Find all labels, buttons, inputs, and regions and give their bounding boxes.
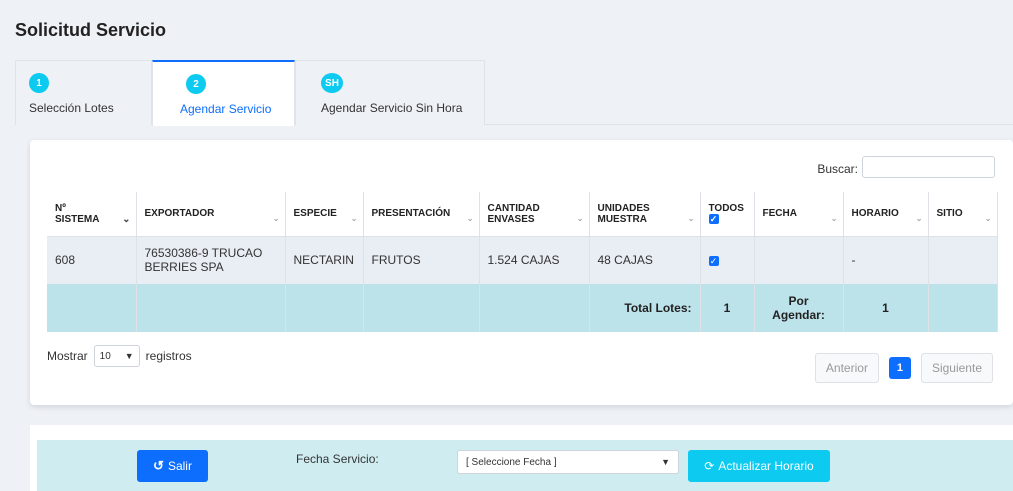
actions-card: ↺ Salir Fecha Servicio: [ Seleccione Fec… <box>30 425 1013 491</box>
tab-label: Agendar Servicio Sin Hora <box>321 101 463 115</box>
por-agendar-label: Por Agendar: <box>754 284 844 332</box>
cell-horario: - <box>843 236 929 284</box>
cell-cantidad: 1.524 CAJAS <box>479 236 590 284</box>
fecha-servicio-select[interactable]: [ Seleccione Fecha ] ▼ <box>457 450 679 474</box>
page-title: Solicitud Servicio <box>15 20 167 40</box>
cell-fecha <box>754 236 844 284</box>
sort-icon: ⌄ <box>272 214 280 223</box>
sort-icon: ⌄ <box>830 214 838 223</box>
total-lotes-value: 1 <box>700 284 755 332</box>
header-unidades[interactable]: UNIDADES MUESTRA ⌄ <box>589 192 701 237</box>
sort-icon: ⌄ <box>915 214 923 223</box>
cell-exportador: 76530386-9 TRUCAO BERRIES SPA <box>136 236 286 284</box>
salir-button[interactable]: ↺ Salir <box>137 450 208 482</box>
chevron-down-icon: ▼ <box>661 457 670 467</box>
sort-icon: ⌄ <box>466 214 474 223</box>
tab-seleccion-lotes[interactable]: 1 Selección Lotes <box>15 60 152 125</box>
step-badge-2: 2 <box>186 74 206 94</box>
row-checkbox[interactable]: ✓ <box>708 256 719 267</box>
page-1-button[interactable]: 1 <box>888 357 911 379</box>
action-bar: ↺ Salir Fecha Servicio: [ Seleccione Fec… <box>37 440 1013 491</box>
undo-icon: ↺ <box>153 458 164 473</box>
step-badge-sh: SH <box>321 73 343 93</box>
cell-sitio <box>928 236 998 284</box>
next-page-button[interactable]: Siguiente <box>920 353 993 383</box>
header-sistema[interactable]: Nº SISTEMA ⌄ <box>47 192 137 237</box>
header-cantidad[interactable]: CANTIDAD ENVASES ⌄ <box>479 192 590 237</box>
refresh-icon: ⟳ <box>704 459 715 473</box>
length-label-before: Mostrar <box>47 349 88 363</box>
search-input[interactable] <box>862 156 995 178</box>
tab-label: Selección Lotes <box>29 101 114 115</box>
page-length: Mostrar 10 ▼ registros <box>47 345 192 367</box>
step-tabs: 1 Selección Lotes 2 Agendar Servicio SH … <box>15 60 1013 126</box>
header-exportador[interactable]: EXPORTADOR ⌄ <box>136 192 286 237</box>
tab-label: Agendar Servicio <box>180 102 272 116</box>
actualizar-horario-button[interactable]: ⟳ Actualizar Horario <box>688 450 830 482</box>
search-label: Buscar: <box>817 162 858 176</box>
total-lotes-label: Total Lotes: <box>589 284 701 332</box>
sort-icon: ⌄ <box>687 214 695 223</box>
table-row: 608 76530386-9 TRUCAO BERRIES SPA NECTAR… <box>47 236 998 284</box>
page-length-select[interactable]: 10 ▼ <box>93 345 140 367</box>
lotes-table: Nº SISTEMA ⌄ EXPORTADOR ⌄ ESPECIE ⌄ PRESENTA… <box>47 192 998 332</box>
select-all-checkbox[interactable]: ✓ <box>708 213 719 224</box>
cell-presentacion: FRUTOS <box>363 236 480 284</box>
length-label-after: registros <box>145 349 192 363</box>
totals-row: Total Lotes: 1 Por Agendar: 1 <box>47 284 998 332</box>
cell-especie: NECTARIN <box>285 236 364 284</box>
prev-page-button[interactable]: Anterior <box>814 353 879 383</box>
cell-sistema: 608 <box>47 236 137 284</box>
por-agendar-value: 1 <box>843 284 929 332</box>
cell-unidades: 48 CAJAS <box>589 236 701 284</box>
header-fecha[interactable]: FECHA ⌄ <box>754 192 844 237</box>
tab-agendar-servicio[interactable]: 2 Agendar Servicio <box>152 60 295 126</box>
sort-icon: ⌄ <box>576 214 584 223</box>
header-horario[interactable]: HORARIO ⌄ <box>843 192 929 237</box>
sort-icon: ⌄ <box>984 214 992 223</box>
step-badge-1: 1 <box>29 73 49 93</box>
cell-todos: ✓ <box>700 236 755 284</box>
tab-agendar-sin-hora[interactable]: SH Agendar Servicio Sin Hora <box>295 60 485 125</box>
header-todos: TODOS ✓ <box>700 192 755 237</box>
chevron-down-icon: ▼ <box>124 351 134 361</box>
table-header-row: Nº SISTEMA ⌄ EXPORTADOR ⌄ ESPECIE ⌄ PRESENTA… <box>47 192 998 237</box>
sort-icon: ⌄ <box>350 214 358 223</box>
header-presentacion[interactable]: PRESENTACIÓN ⌄ <box>363 192 480 237</box>
header-especie[interactable]: ESPECIE ⌄ <box>285 192 364 237</box>
lotes-card: Buscar: Nº SISTEMA ⌄ EXPORTADOR ⌄ ESPECIE ⌄ … <box>30 140 1013 405</box>
fecha-servicio-label: Fecha Servicio: <box>296 452 379 466</box>
sort-active-icon: ⌄ <box>122 214 131 225</box>
header-sitio[interactable]: SITIO ⌄ <box>928 192 998 237</box>
pagination: Anterior 1 Siguiente <box>814 353 993 383</box>
